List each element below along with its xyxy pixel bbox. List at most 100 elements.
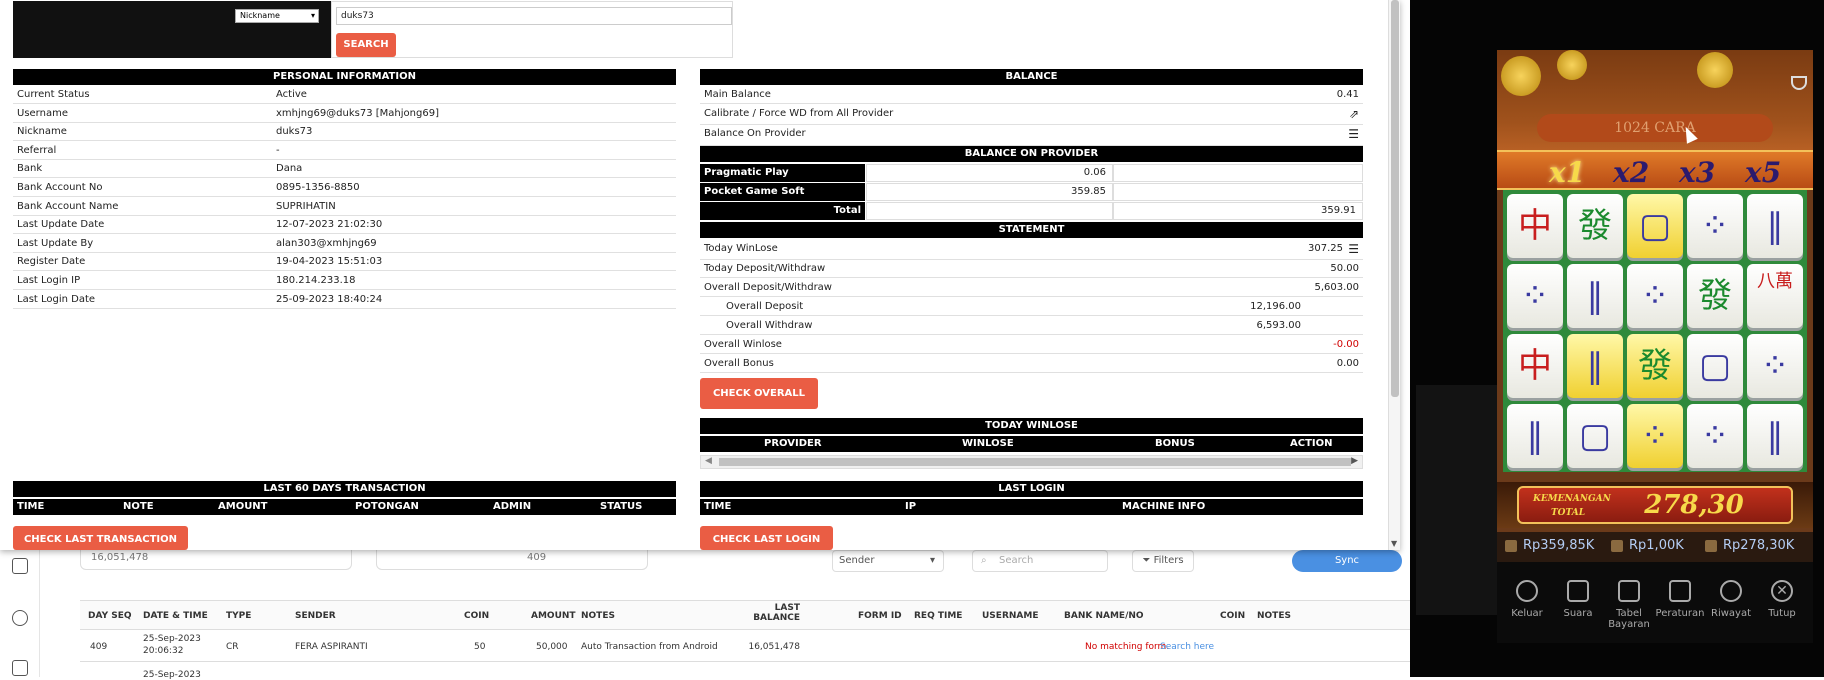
win-label: KEMENANGAN TOTAL [1533, 492, 1611, 520]
list-icon[interactable]: ☰ [1348, 240, 1359, 258]
sync-button[interactable]: Sync [1292, 550, 1402, 572]
mahjong-tile: ▢ [1627, 194, 1683, 258]
receipt-icon[interactable] [12, 558, 28, 574]
calibrate-label: Calibrate / Force WD from All Provider [704, 108, 894, 119]
menu-history[interactable]: Riwayat [1704, 580, 1758, 619]
bet-stat[interactable]: Rp1,00K [1611, 538, 1684, 553]
chevron-down-icon: ▾ [929, 555, 935, 566]
personal-info-key: Last Update Date [17, 219, 105, 231]
personal-info-value: Active [276, 89, 307, 100]
scroll-left-icon[interactable]: ◀ [705, 456, 712, 466]
search-input[interactable]: duks73 [336, 7, 732, 25]
admin-panel: Nickname ▾ duks73 SEARCH PERSONAL INFORMA… [0, 0, 1400, 550]
personal-info-row: Nickname duks73 [13, 123, 676, 142]
book-icon[interactable] [12, 660, 28, 676]
col-ip: IP [905, 501, 917, 512]
col-bankname: BANK NAME/NO [1064, 611, 1144, 621]
filters-button[interactable]: ⏷ Filters [1132, 550, 1194, 572]
bg-balance-box: 16,051,478 [80, 550, 352, 570]
last-login-header: LAST LOGIN [700, 481, 1363, 497]
win-stat: Rp278,30K [1705, 538, 1794, 553]
personal-info-row: Bank Dana [13, 160, 676, 179]
row-notes: Auto Transaction from Android [581, 642, 718, 652]
personal-info-value: duks73 [276, 126, 313, 138]
table-row[interactable]: 409 25-Sep-2023 20:06:32 CR FERA ASPIRAN… [80, 630, 1410, 662]
reels-grid: 中發 ▢ ⁘ ‖ ⁘ ‖ ⁘ 發八萬中 ‖ 發 ▢ ⁘ ‖ ▢ ⁘ ⁘ ‖ [1503, 190, 1807, 472]
today-winlose-header: TODAY WINLOSE [700, 418, 1363, 434]
horizontal-scrollbar[interactable]: ◀ ▶ [700, 455, 1363, 469]
search-icon: ⌕ [981, 555, 987, 566]
menu-sound[interactable]: Suara [1551, 580, 1605, 619]
personal-info-value: xmhjng69@duks73 [Mahjong69] [276, 107, 439, 119]
bg-search-input[interactable]: ⌕ Search [972, 550, 1108, 572]
menu-exit[interactable]: Keluar [1500, 580, 1554, 619]
personal-info-value: 19-04-2023 15:51:03 [276, 256, 383, 268]
row-type: CR [226, 642, 239, 652]
personal-info-key: Username [17, 107, 68, 119]
mahjong-tile: ⁘ [1627, 404, 1683, 468]
check-last-login-button[interactable]: CHECK LAST LOGIN [700, 526, 833, 550]
menu-close[interactable]: ✕ Tutup [1755, 580, 1809, 619]
col-action: ACTION [1290, 438, 1333, 449]
today-dw-label: Today Deposit/Withdraw [704, 263, 826, 274]
mahjong-tile: 八萬 [1747, 264, 1803, 328]
sender-select[interactable]: Sender ▾ [832, 550, 944, 572]
scrollbar-thumb[interactable] [1391, 0, 1399, 397]
game-menu: Keluar Suara Tabel Bayaran Peraturan Riw… [1497, 562, 1813, 643]
mahjong-game[interactable]: 1024 CARA x1 x2 x3 x5 中發 ▢ ⁘ ‖ ⁘ ‖ ⁘ 發八萬中 ‖ 發 ▢ ⁘ ‖ ▢… [1497, 50, 1813, 643]
check-last-transaction-button[interactable]: CHECK LAST TRANSACTION [13, 526, 188, 550]
personal-info-value: alan303@xmhjng69 [276, 237, 377, 249]
scroll-down-icon[interactable]: ▼ [1391, 539, 1397, 548]
personal-info-key: Register Date [17, 256, 86, 268]
mahjong-tile: ‖ [1567, 264, 1623, 328]
list-icon[interactable]: ☰ [1348, 125, 1359, 143]
today-dw-row: Today Deposit/Withdraw 50.00 [700, 260, 1363, 278]
search-here-link[interactable]: Search here [1160, 642, 1214, 652]
filter-icon: ⏷ [1142, 555, 1154, 566]
menu-paytable[interactable]: Tabel Bayaran [1602, 580, 1656, 630]
share-icon[interactable]: ⇗ [1349, 105, 1359, 123]
col-coin: COIN [464, 611, 490, 621]
personal-info-key: Bank Account Name [17, 200, 119, 212]
personal-info-row: Last Update By alan303@xmhjng69 [13, 235, 676, 253]
mahjong-tile: ‖ [1567, 334, 1623, 398]
row-balance: 16,051,478 [748, 642, 800, 652]
close-icon: ✕ [1771, 580, 1793, 602]
search-left-bar: Nickname ▾ [13, 1, 331, 31]
mahjong-tile: ▢ [1687, 334, 1743, 398]
check-overall-button[interactable]: CHECK OVERALL [700, 378, 818, 409]
multiplier-x1: x1 [1549, 156, 1586, 189]
provider-name-pgsoft: Pocket Game Soft [700, 183, 865, 201]
scroll-right-icon[interactable]: ▶ [1351, 456, 1358, 466]
search-form: duks73 SEARCH [331, 1, 733, 58]
statement-header: STATEMENT [700, 222, 1363, 238]
personal-info-value: Dana [276, 163, 303, 175]
search-type-select[interactable]: Nickname ▾ [235, 9, 319, 23]
overall-dw-row: Overall Deposit/Withdraw 5,603.00 [700, 279, 1363, 297]
personal-info-row: Last Update Date 12-07-2023 21:02:30 [13, 216, 676, 235]
menu-paytable-label: Tabel Bayaran [1608, 608, 1650, 630]
bg-table-header: DAY SEQ DATE & TIME TYPE SENDER COIN AMO… [80, 600, 1410, 630]
personal-info-key: Bank [17, 163, 43, 175]
scrollbar-thumb[interactable] [719, 458, 1351, 466]
last-login-columns: TIME IP MACHINE INFO [700, 499, 1363, 515]
personal-info-key: Last Login Date [17, 293, 96, 305]
bet-icon [1611, 539, 1623, 552]
personal-info-value: 0895-1356-8850 [276, 182, 360, 193]
search-button[interactable]: SEARCH [336, 33, 396, 57]
mahjong-tile: ⁘ [1687, 404, 1743, 468]
col-dayseq: DAY SEQ [88, 611, 132, 621]
vertical-scrollbar[interactable]: ▼ [1388, 0, 1400, 550]
menu-rules[interactable]: Peraturan [1653, 580, 1707, 619]
col-admin: ADMIN [493, 501, 532, 512]
overall-winlose-value: -0.00 [1333, 339, 1359, 350]
col-lastbalance: LAST BALANCE [753, 603, 800, 623]
win-label-2: TOTAL [1550, 508, 1586, 518]
bet-stat-value: Rp1,00K [1629, 538, 1684, 553]
col-potongan: POTONGAN [355, 501, 419, 512]
history-icon[interactable] [12, 610, 28, 626]
personal-info-key: Current Status [17, 89, 90, 100]
menu-history-label: Riwayat [1711, 608, 1751, 619]
provider-total-label: Total [700, 202, 865, 220]
chevron-down-icon: ▾ [310, 11, 315, 20]
